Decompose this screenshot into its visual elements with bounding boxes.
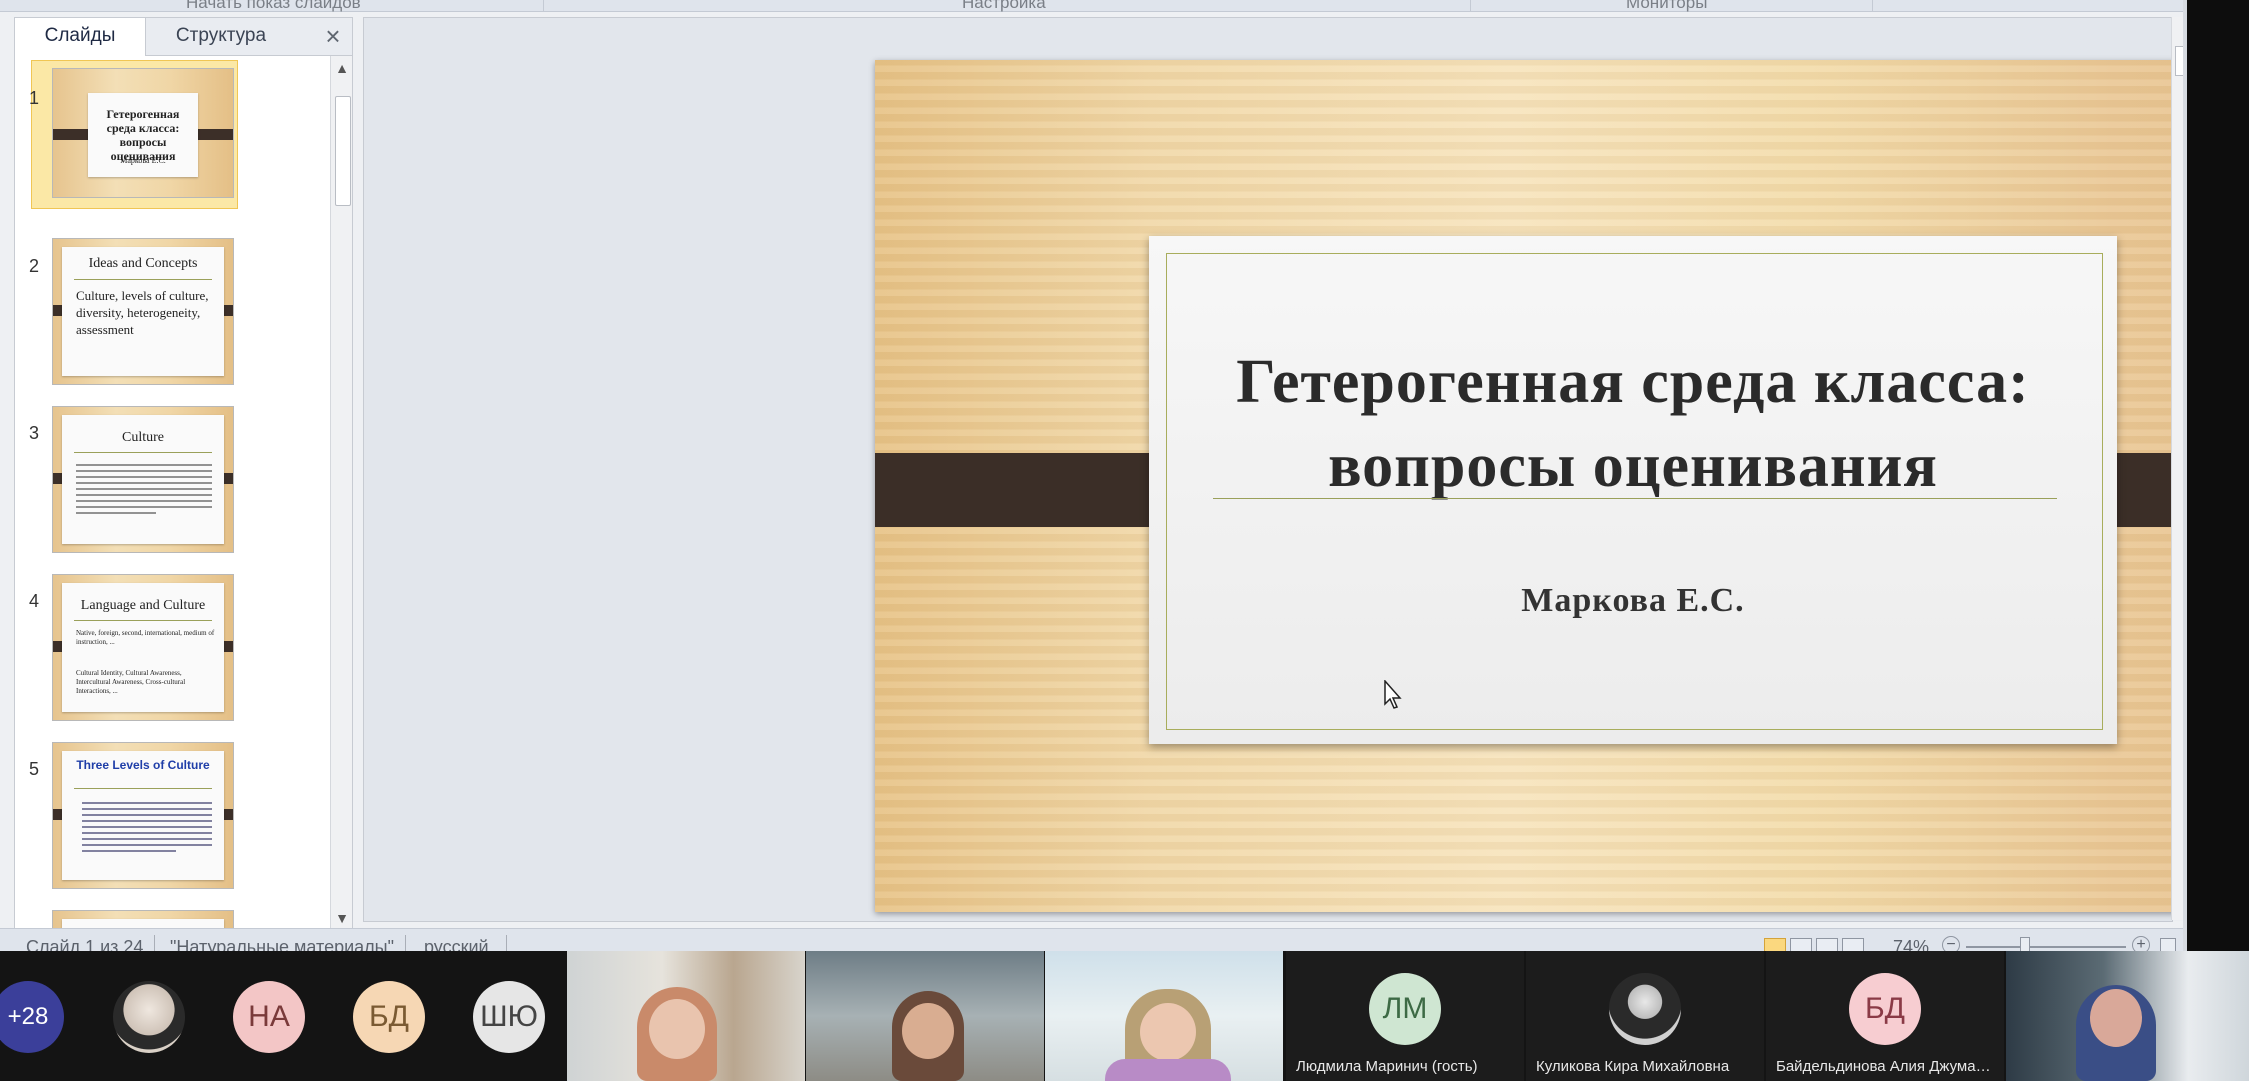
thumbnail-number: 3	[29, 423, 40, 443]
slide-counter: Слайд 1 из 24	[26, 937, 144, 951]
zoom-slider-thumb[interactable]	[2020, 937, 2030, 951]
thumbnail-number: 5	[29, 759, 40, 779]
participant-initials: ШЮ	[473, 981, 545, 1053]
slide-thumbnail-6[interactable]	[52, 910, 234, 930]
participant-video[interactable]	[806, 951, 1044, 1081]
participant-tile[interactable]: БД Байдельдинова Алия Джумагалие...	[1766, 951, 2004, 1081]
participant-tile[interactable]: +28	[0, 951, 66, 1081]
title-divider	[1213, 498, 2057, 499]
participant-video[interactable]	[567, 951, 805, 1081]
slide-editing-area: Гетерогенная среда класса: вопросы оцени…	[363, 17, 2183, 922]
participant-tile[interactable]: Куликова Кира Михайловна	[1526, 951, 1764, 1081]
participant-avatar-photo	[113, 981, 185, 1053]
participant-initials: ЛМ	[1369, 973, 1441, 1045]
slide-title[interactable]: Гетерогенная среда класса: вопросы оцени…	[1189, 340, 2077, 508]
participant-name: Байдельдинова Алия Джумагалие...	[1776, 1058, 1994, 1075]
slide-thumbnail-3[interactable]: Culture	[52, 406, 234, 553]
theme-name[interactable]: "Натуральные материалы"	[170, 937, 394, 951]
slide-vertical-scrollbar[interactable]	[2171, 17, 2183, 920]
setup-group-label[interactable]: Настройка	[962, 0, 1046, 13]
participant-tile[interactable]: НА	[230, 951, 340, 1081]
ribbon-separator	[1470, 0, 1471, 11]
thumbnail-text-lines	[76, 464, 212, 514]
thumbnail-number: 1	[29, 88, 40, 108]
start-slideshow-group-label[interactable]: Начать показ слайдов	[186, 0, 361, 13]
participant-video[interactable]	[1045, 951, 1283, 1081]
participant-initials: БД	[1849, 973, 1921, 1045]
thumbnail-title: Ideas and Concepts	[88, 256, 198, 271]
thumbnail-title: Culture	[122, 430, 164, 445]
zoom-slider[interactable]	[1966, 946, 2126, 948]
slide-thumbnail-list: 1 Гетерогенная среда класса: вопросы оце…	[15, 56, 330, 930]
slide-sorter-view-button[interactable]	[1790, 938, 1812, 951]
slide-thumbnail-4[interactable]: Language and Culture Native, foreign, se…	[52, 574, 234, 721]
ribbon-separator	[543, 0, 544, 11]
thumbnail-number: 4	[29, 591, 40, 611]
scroll-thumb[interactable]	[2175, 46, 2183, 76]
more-participants-count[interactable]: +28	[0, 981, 64, 1053]
scroll-thumb[interactable]	[335, 96, 351, 206]
participant-avatar-photo	[1609, 973, 1681, 1045]
zoom-in-icon[interactable]: +	[2132, 936, 2150, 951]
thumbnail-text-lines	[82, 802, 212, 852]
decorative-band-left	[875, 453, 1183, 527]
language-indicator[interactable]: русский	[424, 937, 489, 951]
window-edge	[2183, 0, 2187, 951]
ribbon-strip: Начать показ слайдов Настройка Мониторы	[0, 0, 2183, 12]
slideshow-view-button[interactable]	[1842, 938, 1864, 951]
ribbon-separator	[1872, 0, 1873, 11]
title-card: Гетерогенная среда класса: вопросы оцени…	[1149, 236, 2117, 744]
participant-tile[interactable]	[110, 951, 220, 1081]
thumbnail-body-2: Cultural Identity, Cultural Awareness, I…	[76, 669, 186, 695]
zoom-level[interactable]: 74%	[1893, 937, 1929, 951]
fit-to-window-icon[interactable]	[2160, 938, 2176, 951]
participant-initials: НА	[233, 981, 305, 1053]
slide-thumbnail-2[interactable]: Ideas and Concepts Culture, levels of cu…	[52, 238, 234, 385]
scroll-up-icon[interactable]: ▲	[334, 60, 350, 76]
thumbnail-title: Three Levels of Culture	[76, 758, 210, 772]
reading-view-button[interactable]	[1816, 938, 1838, 951]
scroll-down-icon[interactable]: ▼	[334, 910, 350, 926]
participant-tile[interactable]: ЛМ Людмила Маринич (гость)	[1286, 951, 1524, 1081]
slide-subtitle[interactable]: Маркова Е.С.	[1189, 582, 2077, 620]
participant-tile[interactable]: ШЮ	[470, 951, 580, 1081]
slide-thumbnail-1[interactable]: Гетерогенная среда класса: вопросы оцени…	[52, 68, 234, 198]
slides-pane: Слайды Структура × 1 Гетерогенная среда …	[14, 17, 353, 931]
thumbnail-subtitle: Маркова Е.С.	[120, 156, 166, 165]
participant-video-strip: +28 НА БД ШЮ ЛМ Людмила Маринич (гость) …	[0, 951, 2249, 1081]
slide-thumbnail-5[interactable]: Three Levels of Culture	[52, 742, 234, 889]
tab-outline[interactable]: Структура	[146, 18, 296, 55]
thumbnail-body: Culture, levels of culture, diversity, h…	[76, 288, 209, 337]
powerpoint-window: Начать показ слайдов Настройка Мониторы …	[0, 0, 2183, 951]
zoom-out-icon[interactable]: −	[1942, 936, 1960, 951]
tab-slides[interactable]: Слайды	[15, 18, 146, 56]
participant-tile[interactable]: БД	[350, 951, 460, 1081]
participant-video[interactable]	[2006, 951, 2249, 1081]
normal-view-button[interactable]	[1764, 938, 1786, 951]
mouse-cursor-icon	[1384, 680, 1402, 709]
thumbnail-scrollbar[interactable]: ▲ ▼	[330, 56, 352, 930]
current-slide[interactable]: Гетерогенная среда класса: вопросы оцени…	[875, 60, 2183, 912]
monitors-group-label[interactable]: Мониторы	[1626, 0, 1707, 13]
thumbnail-number: 2	[29, 256, 40, 276]
thumbnail-body: Native, foreign, second, international, …	[76, 629, 215, 646]
participant-initials: БД	[353, 981, 425, 1053]
close-pane-icon[interactable]: ×	[319, 22, 347, 50]
thumbnail-title: Language and Culture	[80, 598, 206, 613]
participant-name: Куликова Кира Михайловна	[1536, 1058, 1730, 1075]
slides-pane-tabs: Слайды Структура ×	[15, 18, 352, 56]
participant-name: Людмила Маринич (гость)	[1296, 1058, 1478, 1075]
status-bar: Слайд 1 из 24 "Натуральные материалы" ру…	[0, 928, 2183, 951]
